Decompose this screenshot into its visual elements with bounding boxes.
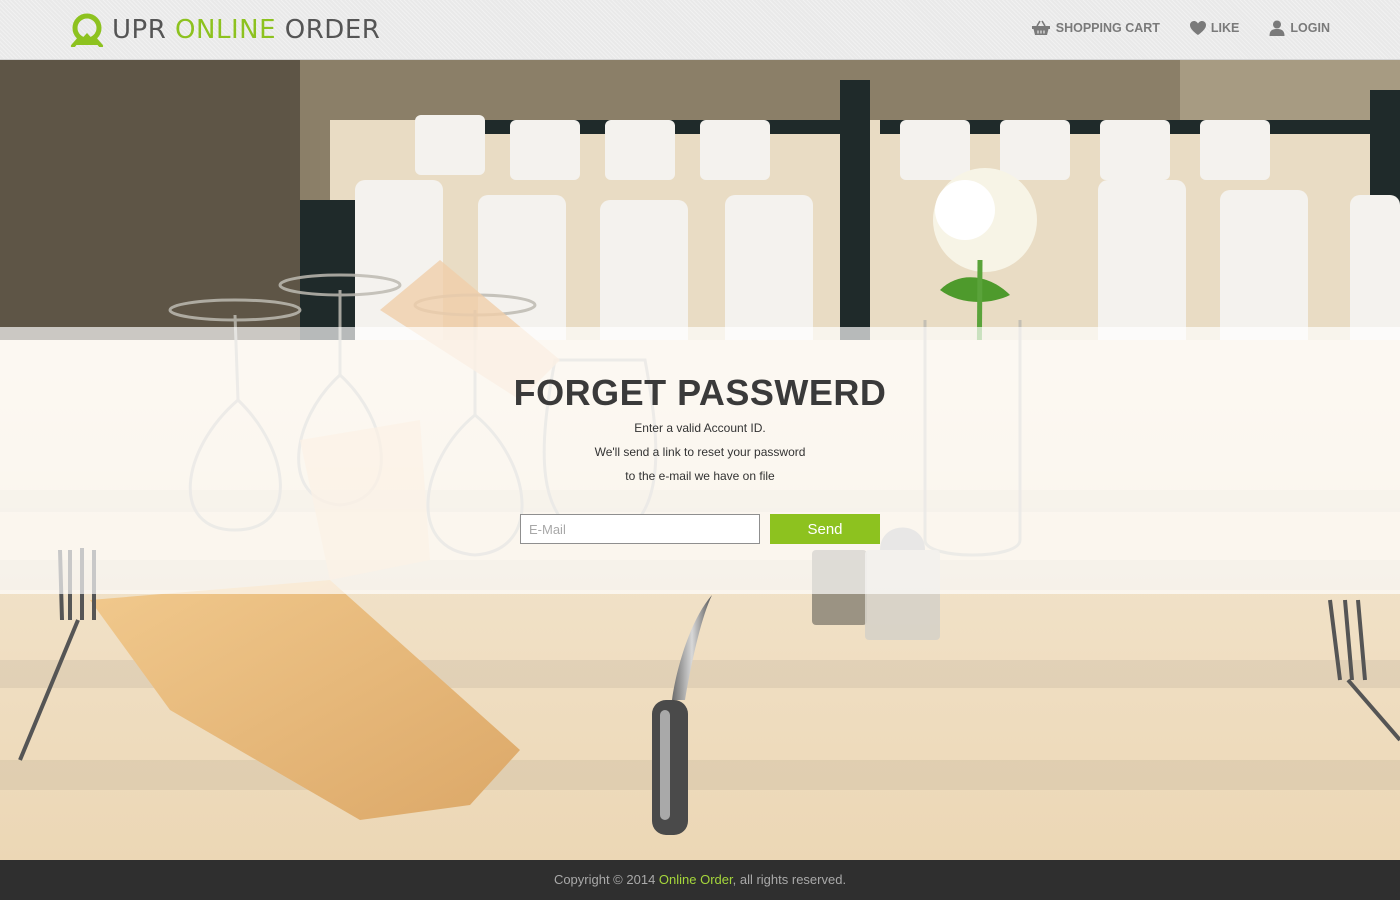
instruction-line-3: to the e-mail we have on file [625,469,775,483]
logo-word-online: ONLINE [175,15,276,45]
nav-label-like: LIKE [1210,21,1240,35]
nav-label-login: LOGIN [1290,21,1330,35]
nav-login[interactable]: LOGIN [1269,20,1330,36]
footer-copyright-suffix: , all rights reserved. [732,872,847,887]
forgot-password-panel: FORGET PASSWERD Enter a valid Account ID… [0,327,1400,594]
footer: Copyright © 2014 Online Order, all right… [0,860,1400,900]
footer-brand-link[interactable]: Online Order [659,872,733,887]
instruction-line-1: Enter a valid Account ID. [634,421,766,435]
heart-icon [1189,20,1206,35]
footer-copyright-prefix: Copyright © 2014 [553,872,659,887]
nav-shopping-cart[interactable]: SHOPPING CART [1031,20,1160,36]
page-title: FORGET PASSWERD [513,372,887,413]
basket-icon [1031,20,1050,35]
user-icon [1269,20,1285,36]
email-field[interactable] [520,514,760,544]
logo[interactable]: UPR ONLINE ORDER [70,13,380,47]
nav-like[interactable]: LIKE [1189,20,1240,36]
logo-text: UPR ONLINE ORDER [112,13,380,47]
top-nav: SHOPPING CART LIKE LOGIN [1001,20,1330,36]
logo-word-upr: UPR [112,15,167,45]
header: UPR ONLINE ORDER SHOPPING CART LIKE LOGI… [0,0,1400,60]
instruction-line-2: We'll send a link to reset your password [594,445,806,459]
send-button[interactable]: Send [770,514,880,544]
logo-word-order: ORDER [284,15,381,45]
nav-label-shopping-cart: SHOPPING CART [1055,21,1160,35]
logo-icon [71,13,103,47]
